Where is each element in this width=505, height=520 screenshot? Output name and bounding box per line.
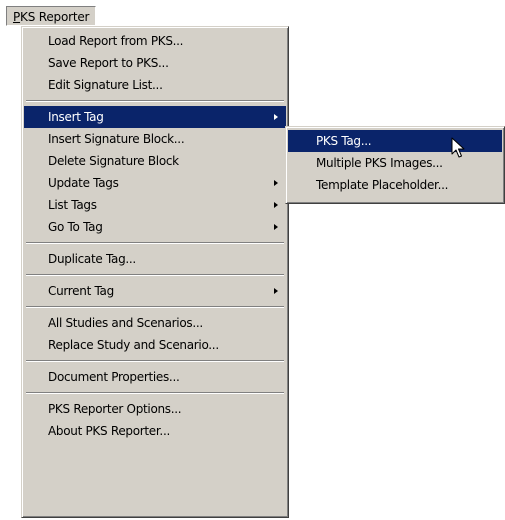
menu-item-delete-signature-block[interactable]: Delete Signature Block: [24, 150, 286, 172]
chevron-right-icon: [274, 202, 278, 208]
submenu-item-pks-tag[interactable]: PKS Tag...: [288, 130, 502, 152]
menu-item-label: PKS Reporter Options...: [48, 402, 182, 416]
menu-item-pks-reporter-options[interactable]: PKS Reporter Options...: [24, 398, 286, 420]
menu-item-label: List Tags: [48, 198, 97, 212]
chevron-right-icon: [274, 288, 278, 294]
menu-item-label: Save Report to PKS...: [48, 56, 169, 70]
menu-item-label: PKS Tag...: [316, 134, 372, 148]
submenu-item-multiple-pks-images[interactable]: Multiple PKS Images...: [288, 152, 502, 174]
menu-item-label: Update Tags: [48, 176, 119, 190]
menu-separator: [24, 388, 286, 398]
menu-item-all-studies-scenarios[interactable]: All Studies and Scenarios...: [24, 312, 286, 334]
menu-item-go-to-tag[interactable]: Go To Tag: [24, 216, 286, 238]
menu-item-load-report[interactable]: Load Report from PKS...: [24, 30, 286, 52]
insert-tag-submenu: PKS Tag... Multiple PKS Images... Templa…: [285, 126, 505, 204]
menu-item-current-tag[interactable]: Current Tag: [24, 280, 286, 302]
menu-item-label: Go To Tag: [48, 220, 103, 234]
menu-item-insert-tag[interactable]: Insert Tag: [24, 106, 286, 128]
menu-item-about-pks-reporter[interactable]: About PKS Reporter...: [24, 420, 286, 442]
menu-item-edit-signature-list[interactable]: Edit Signature List...: [24, 74, 286, 96]
menu-separator: [24, 356, 286, 366]
chevron-right-icon: [274, 114, 278, 120]
menu-item-replace-study-scenario[interactable]: Replace Study and Scenario...: [24, 334, 286, 356]
pks-reporter-menu: Load Report from PKS... Save Report to P…: [21, 26, 289, 518]
menu-item-label: Document Properties...: [48, 370, 180, 384]
menu-separator: [24, 270, 286, 280]
mouse-pointer-icon: [451, 137, 465, 158]
menu-separator: [24, 238, 286, 248]
menu-item-label: Load Report from PKS...: [48, 34, 184, 48]
menu-item-label: Template Placeholder...: [316, 178, 449, 192]
menu-item-label: Current Tag: [48, 284, 114, 298]
menu-item-update-tags[interactable]: Update Tags: [24, 172, 286, 194]
menu-item-document-properties[interactable]: Document Properties...: [24, 366, 286, 388]
menu-item-label: Insert Tag: [48, 110, 104, 124]
menu-item-label: All Studies and Scenarios...: [48, 316, 203, 330]
menu-item-label: Multiple PKS Images...: [316, 156, 443, 170]
menu-item-label: Delete Signature Block: [48, 154, 179, 168]
menu-title-mnemonic: P: [13, 10, 21, 24]
chevron-right-icon: [274, 224, 278, 230]
menu-item-duplicate-tag[interactable]: Duplicate Tag...: [24, 248, 286, 270]
menu-separator: [24, 302, 286, 312]
menu-item-label: Insert Signature Block...: [48, 132, 185, 146]
menu-item-label: Duplicate Tag...: [48, 252, 136, 266]
menu-item-label: Edit Signature List...: [48, 78, 163, 92]
menu-title-label: KS Reporter: [20, 10, 90, 24]
submenu-item-template-placeholder[interactable]: Template Placeholder...: [288, 174, 502, 196]
menu-item-save-report[interactable]: Save Report to PKS...: [24, 52, 286, 74]
menu-pks-reporter[interactable]: PKS Reporter: [6, 6, 97, 26]
menu-item-label: Replace Study and Scenario...: [48, 338, 219, 352]
menu-separator: [24, 96, 286, 106]
menu-item-label: About PKS Reporter...: [48, 424, 170, 438]
menu-item-list-tags[interactable]: List Tags: [24, 194, 286, 216]
chevron-right-icon: [274, 180, 278, 186]
menu-item-insert-signature-block[interactable]: Insert Signature Block...: [24, 128, 286, 150]
